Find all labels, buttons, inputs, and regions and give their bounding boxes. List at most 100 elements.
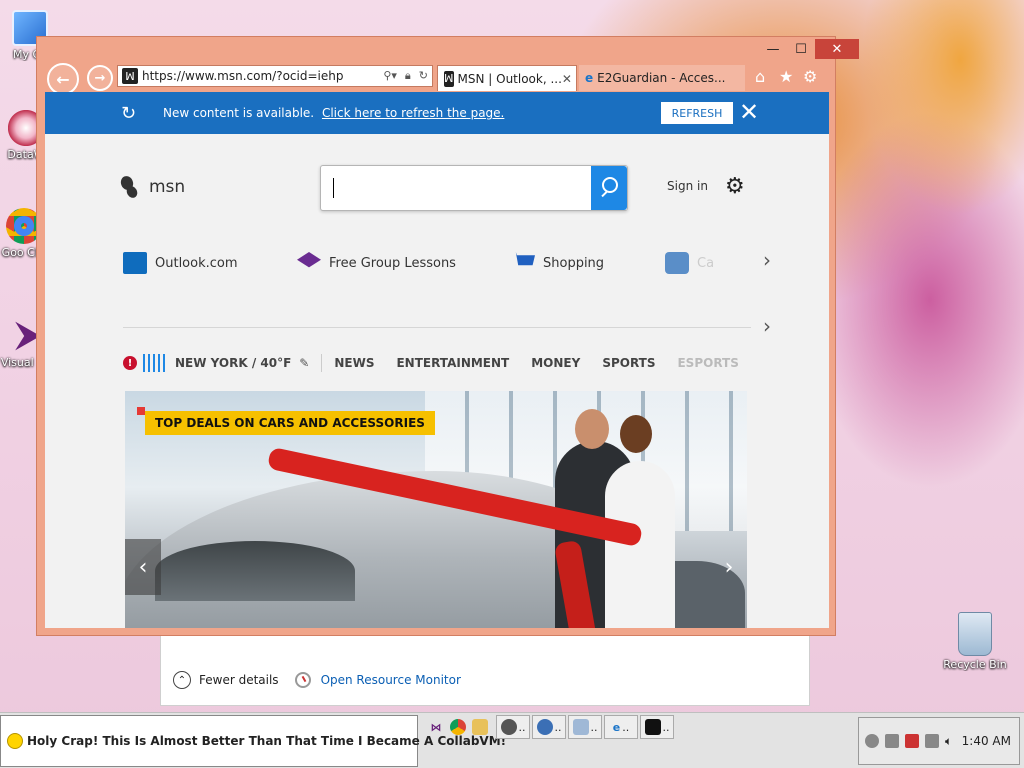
open-resource-monitor-link[interactable]: Open Resource Monitor	[321, 673, 461, 687]
tab-close-icon[interactable]: ✕	[562, 72, 572, 86]
taskbar-item[interactable]: ..	[496, 715, 530, 739]
alert-icon[interactable]: !	[123, 356, 137, 370]
close-icon[interactable]: ✕	[739, 98, 759, 126]
chevron-right-icon[interactable]: ›	[763, 314, 771, 338]
graduation-cap-icon	[297, 252, 321, 268]
forward-button[interactable]: →	[87, 65, 113, 91]
smiley-icon	[7, 733, 23, 749]
search-button[interactable]	[591, 166, 627, 210]
hero-image-windshield	[155, 541, 355, 601]
refresh-icon[interactable]: ↻	[419, 69, 428, 83]
hero-carousel[interactable]: TOP DEALS ON CARS AND ACCESSORIES ‹ ›	[125, 391, 747, 628]
text-caret	[333, 178, 334, 198]
quicklink-label: Shopping	[543, 255, 605, 271]
network-error-icon[interactable]	[905, 734, 919, 748]
location-weather[interactable]: NEW YORK / 40°F	[175, 356, 291, 370]
notification-message: New content is available. Click here to …	[163, 106, 504, 120]
tab-title: MSN | Outlook, ...	[457, 71, 562, 86]
chevron-right-icon[interactable]: ›	[763, 248, 771, 272]
taskbar-item-ie[interactable]: e..	[604, 715, 638, 739]
taskbar-item-label: ..	[590, 720, 598, 734]
tray-icon[interactable]	[885, 734, 899, 748]
taskbar-item[interactable]: ..	[568, 715, 602, 739]
taskbar-item[interactable]: ..	[532, 715, 566, 739]
chrome-taskbar-icon[interactable]	[448, 715, 468, 739]
folder-taskbar-icon[interactable]	[470, 715, 490, 739]
search-icon[interactable]: ⚲▾	[383, 69, 397, 83]
arrow-right-icon: →	[94, 70, 106, 86]
gear-icon[interactable]: ⚙	[803, 67, 817, 86]
sign-in-link[interactable]: Sign in	[667, 179, 708, 193]
new-content-bar: ↻ New content is available. Click here t…	[45, 92, 829, 134]
task-manager-footer: ⌃ Fewer details Open Resource Monitor	[173, 671, 461, 689]
desktop-icon-recycle-bin[interactable]: Recycle Bin	[940, 612, 1010, 671]
gear-icon[interactable]: ⚙	[725, 174, 745, 199]
shopping-cart-icon	[511, 252, 535, 266]
msn-favicon-icon: ꟽ	[122, 68, 138, 84]
favorites-star-icon[interactable]: ★	[779, 67, 793, 86]
nav-entertainment[interactable]: ENTERTAINMENT	[396, 356, 509, 370]
refresh-button[interactable]: REFRESH	[661, 102, 733, 124]
nav-money[interactable]: MONEY	[531, 356, 580, 370]
carousel-prev-button[interactable]: ‹	[125, 539, 161, 595]
nav-esports[interactable]: ESPORTS	[677, 356, 738, 370]
fewer-details-link[interactable]: Fewer details	[199, 673, 279, 687]
quicklink-label: Ca	[697, 255, 715, 271]
ie-icon: e	[585, 71, 594, 85]
tray-icon[interactable]	[865, 734, 879, 748]
taskbar-item-label: ..	[554, 720, 562, 734]
address-bar[interactable]: ꟽ https://www.msn.com/?ocid=iehp ⚲▾ 🔒︎ ↻	[117, 65, 433, 87]
tab-msn[interactable]: ꟽ MSN | Outlook, ... ✕	[437, 65, 577, 91]
msn-page: ↻ New content is available. Click here t…	[45, 92, 829, 628]
msn-logo[interactable]: msn	[121, 174, 185, 200]
quicklink-outlook[interactable]: Outlook.com	[123, 252, 238, 274]
taskbar-item-label: ..	[662, 720, 670, 734]
recycle-bin-icon	[958, 612, 992, 656]
chevron-up-icon[interactable]: ⌃	[173, 671, 191, 689]
taskbar-item-cmd[interactable]: ..	[640, 715, 674, 739]
address-tools: ⚲▾ 🔒︎ ↻	[383, 69, 428, 83]
tray-icon[interactable]	[925, 734, 939, 748]
notification-text: New content is available.	[163, 106, 315, 120]
address-url[interactable]: https://www.msn.com/?ocid=iehp	[142, 69, 383, 83]
nav-bar: ! NEW YORK / 40°F ✎ NEWS ENTERTAINMENT M…	[123, 354, 761, 372]
chevron-right-icon: ›	[724, 554, 734, 580]
butterfly-icon	[121, 174, 143, 200]
quicklink-cars[interactable]: Ca	[665, 252, 714, 274]
quicklink-shopping[interactable]: Shopping	[511, 252, 604, 274]
search-input[interactable]	[320, 165, 628, 211]
minimize-button[interactable]: —	[759, 39, 787, 59]
quicklink-free-group-lessons[interactable]: Free Group Lessons	[297, 252, 456, 274]
tab-e2guardian[interactable]: e E2Guardian - Acces...	[579, 65, 745, 91]
nav-news[interactable]: NEWS	[334, 356, 374, 370]
carousel-next-button[interactable]: ›	[711, 539, 747, 595]
back-button[interactable]: ←	[47, 63, 79, 95]
hero-badge[interactable]: TOP DEALS ON CARS AND ACCESSORIES	[137, 407, 435, 435]
resource-monitor-icon	[294, 672, 311, 688]
system-tray: 🔈︎ 1:40 AM	[858, 717, 1020, 765]
msn-favicon-icon: ꟽ	[444, 70, 454, 87]
visual-studio-taskbar-icon[interactable]: ⋈	[426, 715, 446, 739]
tab-title: E2Guardian - Acces...	[597, 71, 726, 85]
hero-image-head	[575, 409, 609, 449]
close-button[interactable]: ✕	[815, 39, 859, 59]
chevron-left-icon: ‹	[138, 554, 148, 580]
logo-text: msn	[149, 177, 186, 197]
clock[interactable]: 1:40 AM	[962, 734, 1011, 748]
window-controls: — ☐ ✕	[759, 39, 859, 59]
refresh-link[interactable]: Click here to refresh the page.	[322, 106, 504, 120]
pencil-icon[interactable]: ✎	[299, 356, 309, 370]
lock-icon[interactable]: 🔒︎	[405, 69, 411, 83]
volume-icon[interactable]: 🔈︎	[945, 734, 952, 749]
quicklink-label: Free Group Lessons	[329, 255, 456, 271]
hero-image-woman	[605, 461, 675, 628]
maximize-button[interactable]: ☐	[787, 39, 815, 59]
home-icon[interactable]: ⌂	[755, 67, 765, 86]
rain-weather-icon	[143, 354, 167, 372]
taskbar-item-label: ..	[622, 720, 630, 734]
outlook-icon	[123, 252, 147, 274]
desktop-icon-label: Recycle Bin	[943, 658, 1007, 671]
arrow-left-icon: ←	[56, 69, 70, 89]
nav-sports[interactable]: SPORTS	[602, 356, 655, 370]
divider	[321, 354, 323, 372]
